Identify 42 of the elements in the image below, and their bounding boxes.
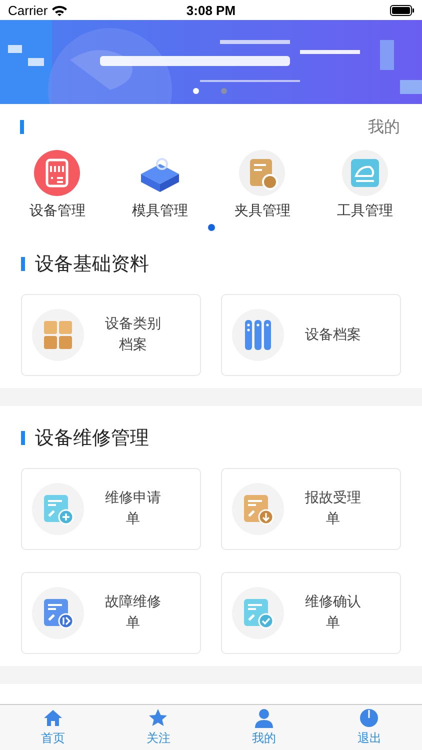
battery-icon (390, 4, 414, 16)
menu-card[interactable]: 设备档案 (221, 294, 401, 376)
document-pencil-icon (239, 150, 286, 196)
card-label: 报故受理单 (304, 489, 362, 529)
menu-card[interactable]: 设备类别档案 (21, 294, 201, 376)
tab-label: 退出 (357, 730, 382, 747)
control-panel-icon (34, 150, 80, 196)
notice-text: 我的 (368, 116, 400, 138)
repair-form-check-icon (241, 596, 275, 630)
card-label: 维修确认单 (304, 593, 362, 633)
four-squares-icon (41, 318, 75, 352)
star-icon (148, 708, 168, 728)
section-title: 设备维修管理 (35, 426, 149, 451)
menu-item-label[interactable]: 工具管理 (336, 202, 393, 220)
card-label: 设备类别档案 (104, 315, 162, 355)
menu-item-label[interactable]: 夹具管理 (234, 202, 290, 220)
card-label: 维修申请单 (104, 489, 162, 529)
tab-label: 首页 (40, 730, 65, 747)
person-icon (254, 708, 274, 728)
power-icon (359, 708, 380, 728)
card-label: 设备档案 (304, 326, 362, 344)
section-title: 设备基础资料 (35, 252, 149, 277)
menu-card[interactable]: 维修申请单 (21, 468, 201, 550)
notice-marker (20, 120, 24, 134)
home-icon (42, 708, 63, 728)
carrier-label: Carrier (8, 2, 48, 18)
menu-item-label[interactable]: 设备管理 (29, 202, 86, 220)
repair-form-download-icon (241, 492, 275, 526)
tab-label: 我的 (252, 730, 276, 747)
repair-form-play-icon (41, 596, 75, 630)
tool-card-icon (342, 150, 388, 196)
menu-card[interactable]: 故障维修单 (21, 572, 201, 654)
wifi-icon (52, 4, 67, 16)
repair-form-plus-icon (41, 492, 75, 526)
section-marker (21, 431, 25, 445)
section-marker (21, 257, 25, 271)
menu-item-label[interactable]: 模具管理 (132, 202, 188, 220)
clock-time: 3:08 PM (186, 2, 236, 18)
card-label: 故障维修单 (104, 593, 162, 633)
menu-card[interactable]: 报故受理单 (221, 468, 401, 550)
tab-label: 关注 (146, 730, 170, 747)
menu-card[interactable]: 维修确认单 (221, 572, 401, 654)
